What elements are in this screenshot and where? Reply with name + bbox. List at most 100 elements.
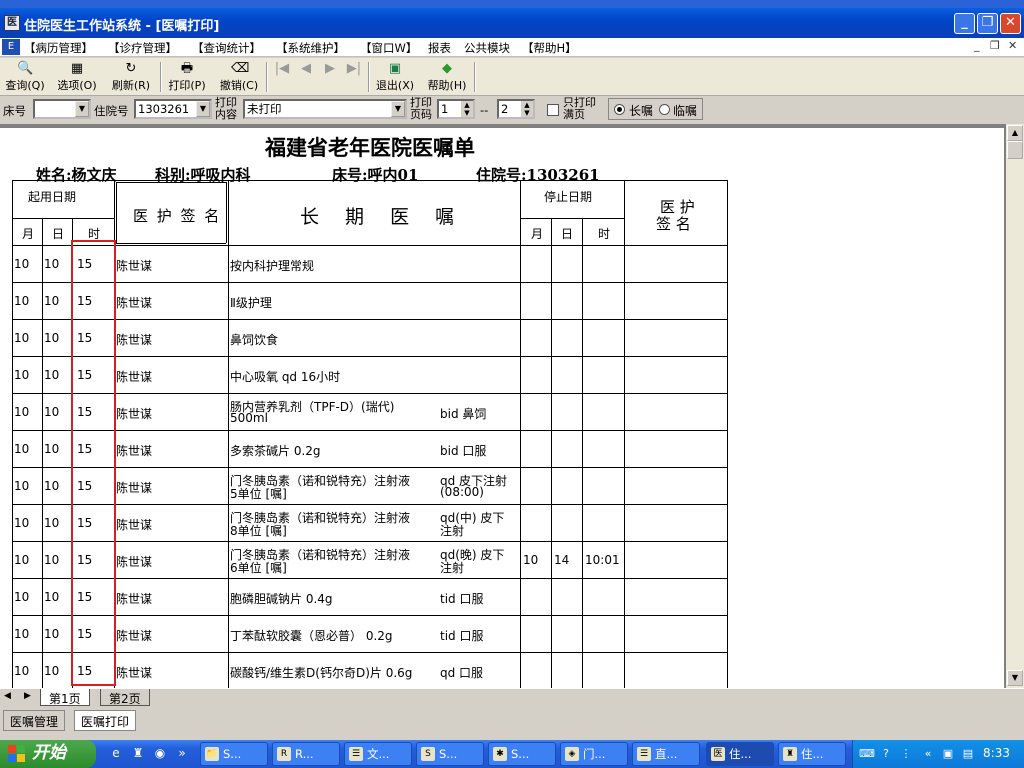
prev-icon: ◀ xyxy=(301,61,311,76)
tab-page-1[interactable]: 第1页 xyxy=(40,689,90,706)
row-signer: 陈世谋 xyxy=(116,518,153,532)
close-button[interactable]: ✕ xyxy=(1000,13,1021,34)
first-page-button[interactable]: |◀ xyxy=(272,60,292,94)
menu-window[interactable]: 【窗口W】 xyxy=(360,40,417,56)
taskbar: 开始 e ♜ ◉ » 📁 S... R R... ☰ 文... S S... ✱ S... ◈ 门..… xyxy=(0,740,1024,768)
menu-report[interactable]: 报表 xyxy=(428,40,451,56)
exit-button[interactable]: ▣ 退出(X) xyxy=(372,60,418,94)
grid-line xyxy=(520,180,521,689)
child-minimize-button[interactable]: _ xyxy=(974,39,980,52)
taskbar-item-label: R... xyxy=(295,747,314,761)
scroll-down-icon[interactable]: ▼ xyxy=(1007,670,1023,686)
header-line xyxy=(12,245,727,246)
tab-order-print[interactable]: 医嘱打印 xyxy=(74,710,137,731)
taskbar-item[interactable]: R R... xyxy=(272,742,340,766)
chevron-down-icon[interactable]: ▼ xyxy=(391,101,405,117)
tab-page-2[interactable]: 第2页 xyxy=(100,689,150,706)
toolbar-separator xyxy=(160,62,162,92)
chevron-down-icon[interactable]: ▼ xyxy=(196,101,210,117)
minimize-button[interactable]: _ xyxy=(954,13,975,34)
help-button[interactable]: ◆ 帮助(H) xyxy=(424,60,470,94)
display-icon[interactable]: ▣ xyxy=(941,746,955,761)
start-button[interactable]: 开始 xyxy=(0,740,96,768)
taskbar-item[interactable]: S S... xyxy=(416,742,484,766)
mdi-app-icon[interactable]: E xyxy=(2,39,20,55)
prev-page-button[interactable]: ◀ xyxy=(296,60,316,94)
quicklaunch-app-icon[interactable]: ♜ xyxy=(130,745,146,762)
tab-scroll-left-icon[interactable]: ◀ xyxy=(4,691,11,701)
taskbar-app-icon: ♜ xyxy=(783,747,797,761)
radio-temp-order[interactable] xyxy=(659,104,670,115)
options-button[interactable]: ▦ 选项(O) xyxy=(54,60,100,94)
tray-expand-icon[interactable]: « xyxy=(921,746,935,761)
taskbar-item[interactable]: ◈ 门... xyxy=(560,742,628,766)
help-book-icon: ◆ xyxy=(442,61,452,76)
spinner-arrows-icon[interactable]: ▲ ▼ xyxy=(521,101,533,117)
title-bar[interactable]: 医 住院医生工作站系统 - [医嘱打印] _ ❐ ✕ xyxy=(0,8,1024,38)
quicklaunch-icon[interactable]: ◉ xyxy=(152,745,168,762)
menu-system-maintenance[interactable]: 【系统维护】 xyxy=(276,40,345,56)
maximize-button[interactable]: ❐ xyxy=(977,13,998,34)
only-full-checkbox[interactable] xyxy=(547,104,559,116)
next-page-button[interactable]: ▶ xyxy=(320,60,340,94)
status-bar: 医嘱管理 医嘱打印 xyxy=(0,706,1024,740)
row-line xyxy=(12,467,727,468)
tab-scroll-right-icon[interactable]: ▶ xyxy=(24,691,31,701)
bed-combo[interactable]: ▼ xyxy=(33,99,91,119)
taskbar-item[interactable]: 医住... xyxy=(706,742,774,766)
header-long-order: 长 期 医 嘱 xyxy=(300,206,465,228)
monitor-icon[interactable]: ▤ xyxy=(961,746,975,761)
last-page-button[interactable]: ▶| xyxy=(344,60,364,94)
cancel-button[interactable]: ⌫ 撤销(C) xyxy=(216,60,262,94)
last-icon: ▶| xyxy=(346,61,362,76)
row-signer: 陈世谋 xyxy=(116,296,153,310)
tab-order-management[interactable]: 医嘱管理 xyxy=(3,710,66,731)
taskbar-item[interactable]: ♜ 住... xyxy=(778,742,846,766)
row-stop-day: 14 xyxy=(554,553,570,567)
menu-record-management[interactable]: 【病历管理】 xyxy=(24,40,93,56)
scroll-thumb[interactable] xyxy=(1007,141,1023,159)
taskbar-item[interactable]: 📁 S... xyxy=(200,742,268,766)
row-line xyxy=(12,615,727,616)
ie-icon[interactable]: e xyxy=(108,745,124,762)
chevron-down-icon[interactable]: ▼ xyxy=(75,101,89,117)
scroll-up-icon[interactable]: ▲ xyxy=(1007,125,1023,141)
signer-double-line xyxy=(116,243,226,244)
row-month: 10 xyxy=(14,553,30,567)
admission-combo[interactable]: 1303261 ▼ xyxy=(134,99,212,119)
refresh-button[interactable]: ↻ 刷新(R) xyxy=(108,60,154,94)
taskbar-item[interactable]: ✱ S... xyxy=(488,742,556,766)
keyboard-icon[interactable]: ⌨ xyxy=(859,746,875,761)
print-button[interactable]: 🖶 打印(P) xyxy=(164,60,210,94)
row-month: 10 xyxy=(14,257,30,271)
row-order: 鼻饲饮食 xyxy=(230,333,279,347)
menu-public-module[interactable]: 公共模块 xyxy=(464,40,510,56)
grid-line xyxy=(624,180,625,689)
menu-query-statistics[interactable]: 【查询统计】 xyxy=(192,40,261,56)
query-button[interactable]: 🔍 查询(Q) xyxy=(2,60,48,94)
row-month: 10 xyxy=(14,368,30,382)
child-restore-button[interactable]: ❐ xyxy=(990,39,1000,52)
taskbar-item[interactable]: ☰ 直... xyxy=(632,742,700,766)
taskbar-item-label: S... xyxy=(439,747,458,761)
menu-bar: E 【病历管理】 【诊疗管理】 【查询统计】 【系统维护】 【窗口W】 报表 公… xyxy=(0,38,1024,57)
radio-long-order[interactable] xyxy=(614,104,625,115)
menu-help[interactable]: 【帮助H】 xyxy=(522,40,577,56)
child-close-button[interactable]: ✕ xyxy=(1008,39,1017,52)
vertical-scrollbar[interactable]: ▲ ▼ xyxy=(1006,124,1024,688)
page-from-spinner[interactable]: 1 ▲ ▼ xyxy=(437,99,475,119)
only-full-label: 只打印满页 xyxy=(563,96,596,121)
taskbar-app-icon: 医 xyxy=(711,747,725,761)
print-content-combo[interactable]: 未打印 ▼ xyxy=(243,99,407,119)
spinner-arrows-icon[interactable]: ▲ ▼ xyxy=(461,101,473,117)
order-sheet-page: 福建省老年医院医嘱单 姓名:杨文庆 科别:呼吸内科 床号:呼内01 住院号:13… xyxy=(0,128,1004,690)
header-month: 月 xyxy=(22,227,35,241)
page-to-spinner[interactable]: 2 ▲ ▼ xyxy=(497,99,535,119)
taskbar-item-label: 住... xyxy=(801,747,824,761)
network-icon[interactable]: ⋮ xyxy=(899,746,913,761)
quicklaunch-more-icon[interactable]: » xyxy=(174,745,190,762)
menu-treatment-management[interactable]: 【诊疗管理】 xyxy=(108,40,177,56)
row-signer: 陈世谋 xyxy=(116,481,153,495)
help-icon[interactable]: ? xyxy=(879,746,893,761)
taskbar-item[interactable]: ☰ 文... xyxy=(344,742,412,766)
